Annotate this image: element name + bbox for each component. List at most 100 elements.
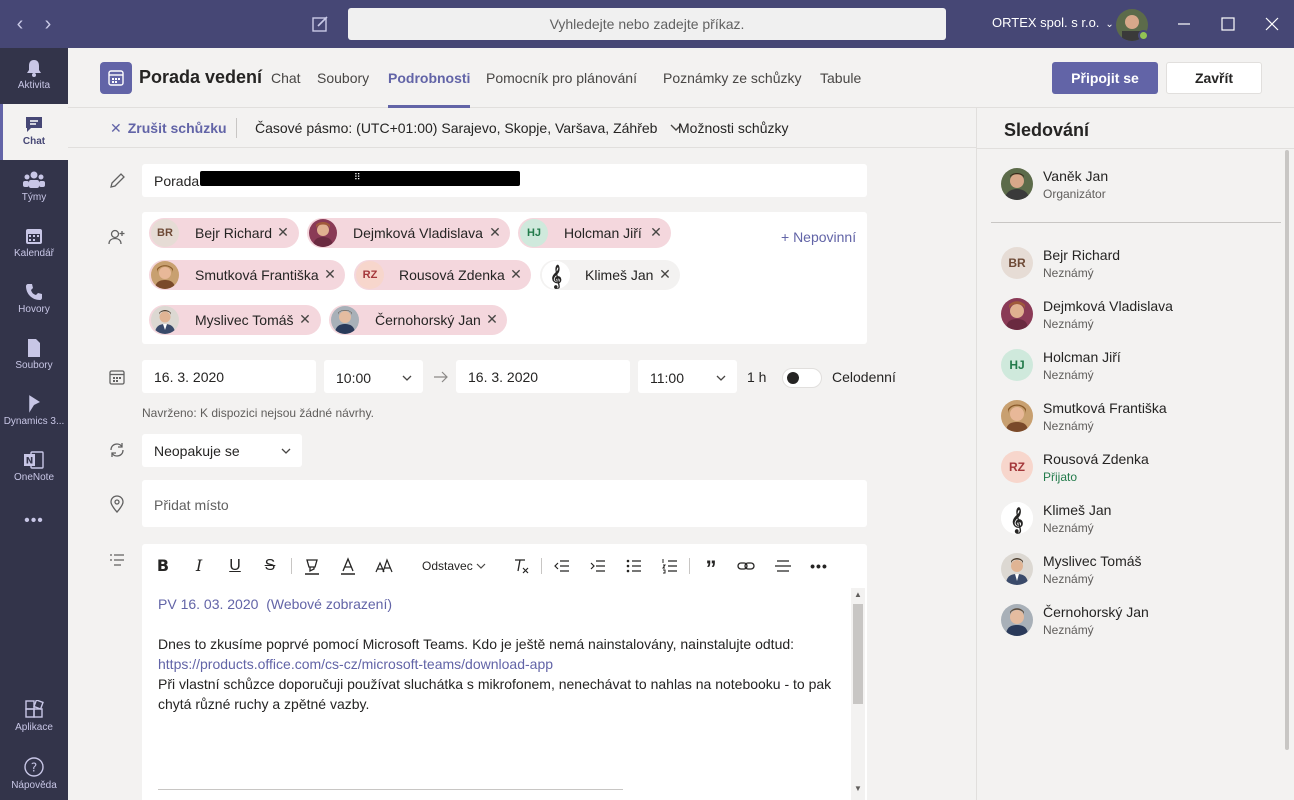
suggestion-text: Navrženo: K dispozici nejsou žádné návrh… [142, 406, 374, 420]
add-optional-attendees-link[interactable]: + Nepovinní [781, 229, 856, 245]
location-input[interactable] [142, 480, 867, 527]
remove-icon[interactable]: ✕ [508, 266, 524, 282]
tab-whiteboard[interactable]: Tabule [820, 70, 861, 86]
attendee-chip[interactable]: Myslivec Tomáš ✕ [149, 305, 321, 335]
strikethrough-icon[interactable]: S [261, 556, 279, 576]
more-options-icon[interactable]: ••• [809, 556, 829, 576]
timezone-dropdown[interactable]: Časové pásmo: (UTC+01:00) Sarajevo, Skop… [255, 120, 683, 136]
list-item: 𝄞 Klimeš Jan Neznámý [1001, 502, 1271, 542]
font-color-icon[interactable] [338, 556, 358, 576]
minimize-icon[interactable] [1172, 12, 1196, 36]
scroll-up-icon[interactable]: ▲ [853, 590, 863, 600]
attendee-chip[interactable]: Dejmková Vladislava ✕ [307, 218, 510, 248]
close-window-icon[interactable] [1260, 12, 1284, 36]
remove-icon[interactable]: ✕ [275, 224, 291, 240]
highlight-icon[interactable] [302, 556, 322, 576]
bold-icon[interactable]: B [154, 556, 172, 576]
avatar [309, 219, 337, 247]
remove-icon[interactable]: ✕ [648, 224, 664, 240]
rail-item-teams[interactable]: Týmy [0, 160, 68, 216]
rail-item-apps[interactable]: Aplikace [0, 690, 68, 746]
person-name: Smutková Františka [1043, 400, 1167, 416]
person-status: Neznámý [1043, 623, 1094, 637]
chevron-down-icon [716, 375, 726, 381]
panel-scrollbar[interactable] [1285, 150, 1289, 750]
close-button[interactable]: Zavřít [1166, 62, 1262, 94]
person-status: Přijato [1043, 470, 1078, 484]
underline-icon[interactable]: U [226, 556, 244, 576]
cancel-meeting-button[interactable]: ✕ Zrušit schůzku [110, 120, 227, 137]
rail-item-dynamics[interactable]: Dynamics 3... [0, 384, 68, 440]
all-day-toggle[interactable] [782, 368, 822, 388]
rail-item-calls[interactable]: Hovory [0, 272, 68, 328]
italic-icon[interactable]: I [190, 556, 208, 576]
meeting-options-button[interactable]: Možnosti schůzky [678, 120, 788, 136]
tab-scheduling-assistant[interactable]: Pomocník pro plánování [486, 70, 637, 86]
scrollbar-thumb[interactable] [853, 604, 863, 704]
attendee-chip[interactable]: Černohorský Jan ✕ [329, 305, 507, 335]
end-date-value: 16. 3. 2020 [468, 369, 539, 385]
details-editor[interactable]: B I U S Odstavec ” ••• PV 16. 03. 2020 (… [142, 544, 867, 800]
remove-icon[interactable]: ✕ [322, 266, 338, 282]
rail-item-calendar[interactable]: Kalendář [0, 216, 68, 272]
compose-icon[interactable] [308, 12, 332, 36]
svg-text:𝄞: 𝄞 [1010, 506, 1023, 534]
details-body[interactable]: PV 16. 03. 2020 (Webové zobrazení) Dnes … [158, 594, 843, 714]
attendee-name: Klimeš Jan [585, 267, 654, 283]
svg-text:?: ? [31, 761, 37, 775]
web-view-link[interactable]: (Webové zobrazení) [266, 596, 392, 612]
back-arrow-icon[interactable]: ‹ [8, 12, 32, 36]
scroll-down-icon[interactable]: ▼ [853, 784, 863, 794]
avatar: RZ [356, 261, 384, 289]
avatar [1001, 604, 1033, 636]
org-switcher[interactable]: ORTEX spol. s r.o. ⌄ [992, 15, 1114, 30]
rail-item-files[interactable]: Soubory [0, 328, 68, 384]
clear-formatting-icon[interactable] [511, 556, 531, 576]
tab-files[interactable]: Soubory [317, 70, 369, 86]
attendee-name: Holcman Jiří [564, 225, 642, 241]
attendee-chip[interactable]: Smutková Františka ✕ [149, 260, 345, 290]
rail-item-chat[interactable]: Chat [0, 104, 68, 160]
font-size-icon[interactable] [374, 556, 394, 576]
join-button[interactable]: Připojit se [1052, 62, 1158, 94]
chevron-down-icon [402, 375, 412, 381]
increase-indent-icon[interactable] [588, 556, 608, 576]
avatar [1001, 168, 1033, 200]
download-link[interactable]: https://products.office.com/cs-cz/micros… [158, 654, 843, 674]
person-name: Bejr Richard [1043, 247, 1121, 263]
avatar [151, 261, 179, 289]
attendee-chip[interactable]: 𝄞 Klimeš Jan ✕ [540, 260, 680, 290]
details-paragraph: Při vlastní schůzce doporučuji používat … [158, 676, 832, 712]
link-icon[interactable] [736, 556, 756, 576]
attendee-chip[interactable]: RZ Rousová Zdenka ✕ [354, 260, 531, 290]
rail-item-activity[interactable]: Aktivita [0, 48, 68, 104]
remove-icon[interactable]: ✕ [297, 311, 313, 327]
attendee-name: Smutková Františka [195, 267, 319, 283]
tab-meeting-notes[interactable]: Poznámky ze schůzky [663, 70, 802, 86]
all-day-label: Celodenní [832, 369, 896, 385]
remove-icon[interactable]: ✕ [484, 311, 500, 327]
attendee-chip[interactable]: BR Bejr Richard ✕ [149, 218, 299, 248]
quote-icon[interactable]: ” [701, 556, 721, 581]
search-input[interactable]: Vyhledejte nebo zadejte příkaz. [348, 8, 946, 40]
remove-icon[interactable]: ✕ [487, 224, 503, 240]
tab-chat[interactable]: Chat [271, 70, 301, 86]
rail-more-button[interactable]: ••• [0, 502, 68, 542]
bulleted-list-icon[interactable] [624, 556, 644, 576]
attendee-chip[interactable]: HJ Holcman Jiří ✕ [518, 218, 671, 248]
person-status: Neznámý [1043, 419, 1094, 433]
forward-arrow-icon[interactable]: › [36, 12, 60, 36]
rail-label: Týmy [21, 192, 47, 203]
numbered-list-icon[interactable] [660, 556, 680, 576]
repeat-value: Neopakuje se [154, 443, 240, 459]
decrease-indent-icon[interactable] [552, 556, 572, 576]
maximize-icon[interactable] [1216, 12, 1240, 36]
rail-item-help[interactable]: ? Nápověda [0, 746, 68, 800]
rail-label: OneNote [13, 472, 55, 483]
horizontal-rule-icon[interactable] [773, 556, 793, 576]
paragraph-style-dropdown[interactable]: Odstavec [422, 559, 486, 573]
tab-details[interactable]: Podrobnosti [388, 70, 471, 108]
avatar: 𝄞 [1001, 502, 1033, 534]
remove-icon[interactable]: ✕ [657, 266, 673, 282]
rail-item-onenote[interactable]: N OneNote [0, 440, 68, 496]
